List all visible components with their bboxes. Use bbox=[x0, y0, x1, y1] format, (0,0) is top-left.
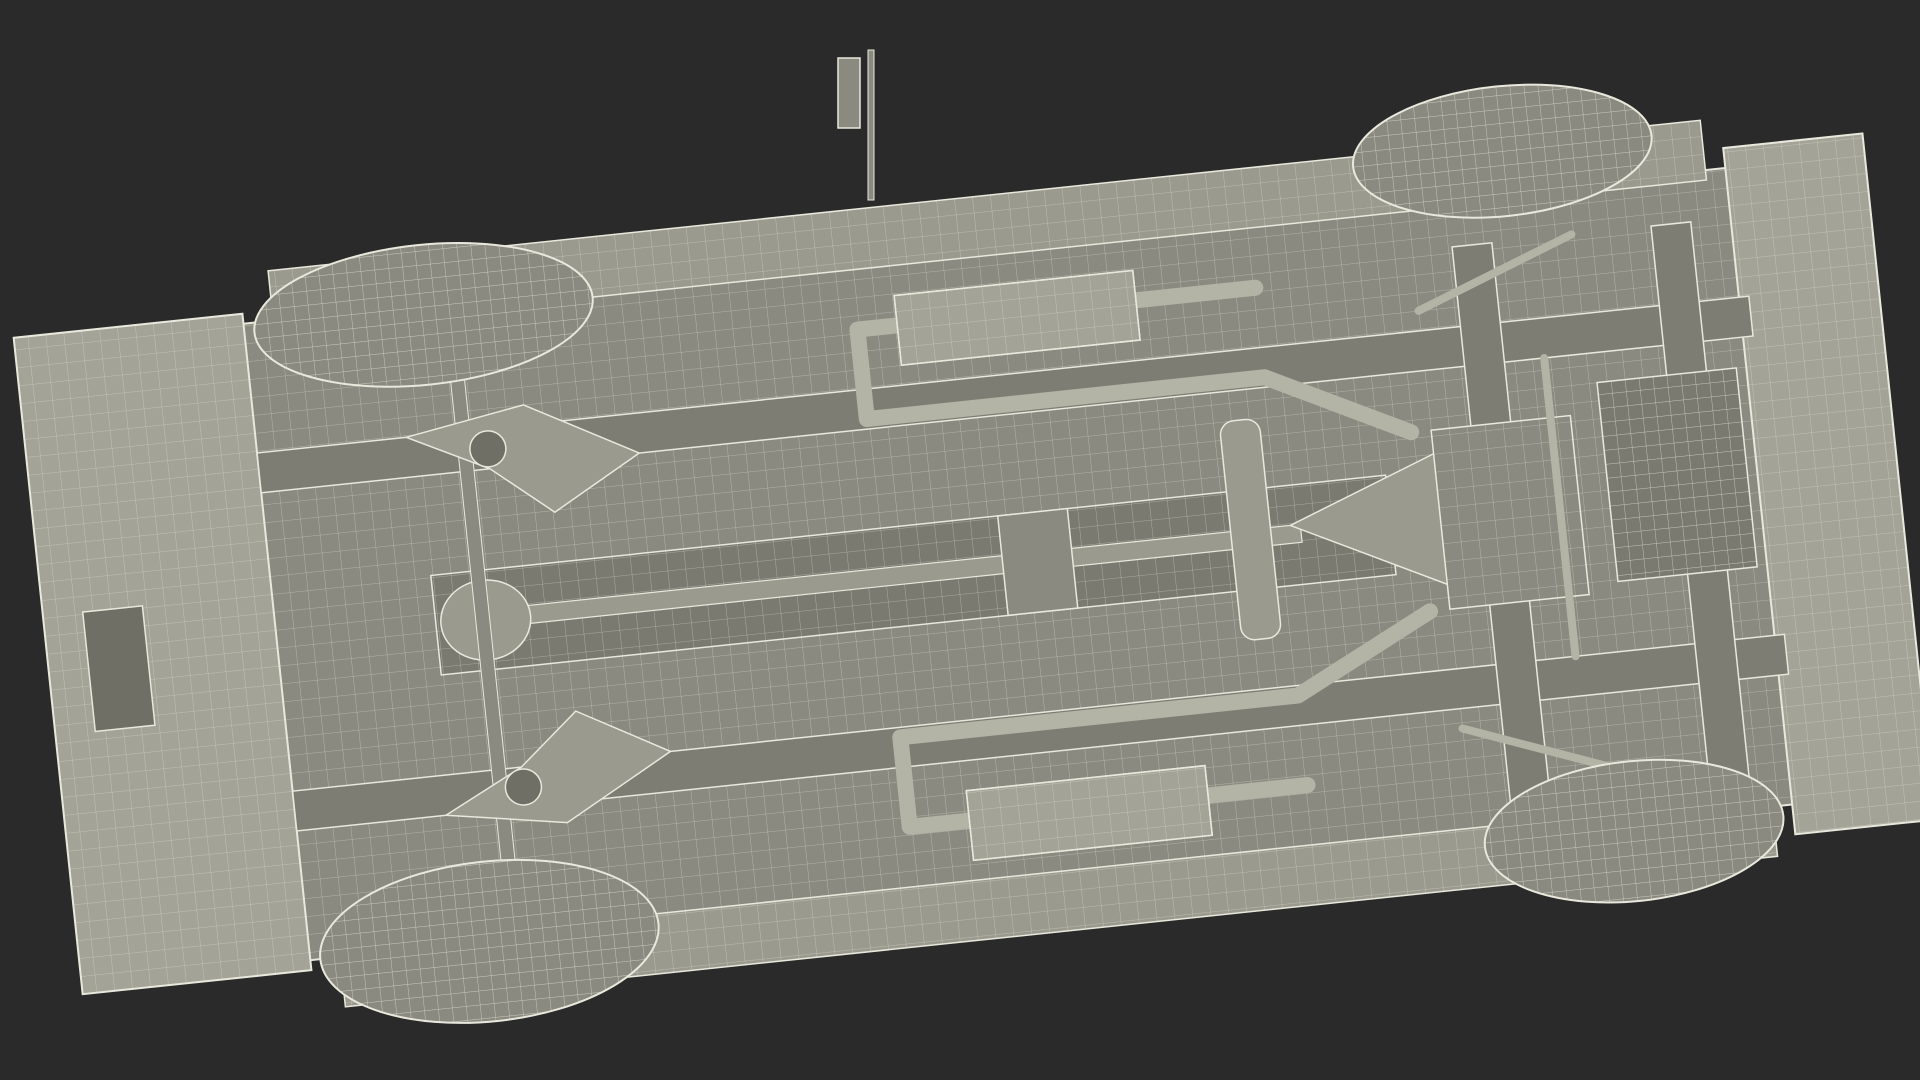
side-mirror bbox=[837, 49, 875, 201]
car-underside-wireframe bbox=[12, 49, 1920, 1024]
vehicle bbox=[12, 83, 1920, 1024]
engine-oil-pan bbox=[1596, 367, 1758, 583]
render-viewport bbox=[0, 0, 1920, 1080]
